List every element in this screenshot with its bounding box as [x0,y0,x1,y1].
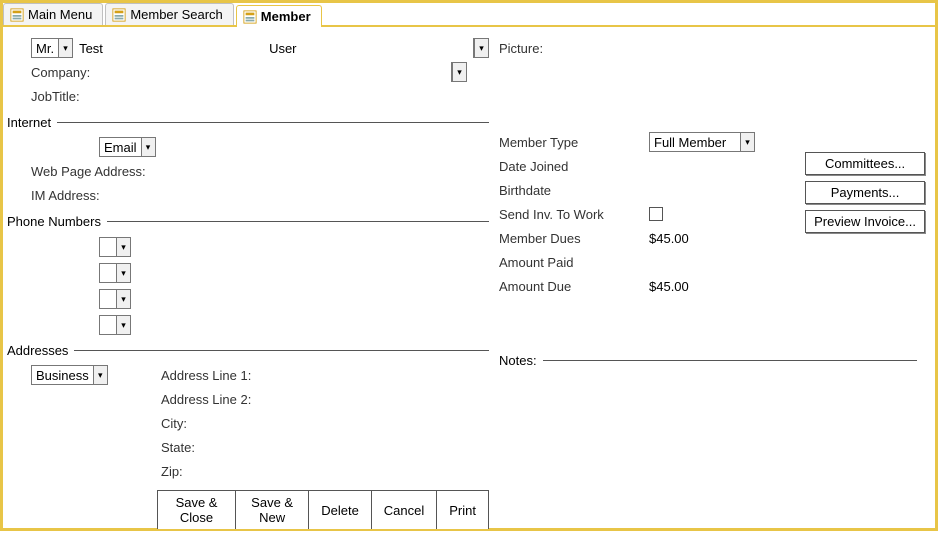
member-dues-value: $45.00 [649,231,689,246]
chevron-down-icon[interactable] [116,316,130,334]
date-joined-label: Date Joined [499,159,568,174]
payments-button[interactable]: Payments... [805,181,925,204]
cancel-button[interactable]: Cancel [372,491,437,529]
committees-button[interactable]: Committees... [805,152,925,175]
send-inv-label: Send Inv. To Work [499,207,649,222]
address-type-combo[interactable]: Business [31,365,108,385]
member-type-combo[interactable]: Full Member [649,132,755,152]
divider [74,350,489,351]
tab-member-search[interactable]: Member Search [105,3,233,25]
print-button[interactable]: Print [437,491,489,529]
member-type-label: Member Type [499,135,649,150]
amount-due-value: $45.00 [649,279,689,294]
delete-button[interactable]: Delete [309,491,372,529]
tab-label: Member [261,9,311,24]
chevron-down-icon[interactable] [452,63,466,81]
preview-invoice-button[interactable]: Preview Invoice... [805,210,925,233]
tab-main-menu[interactable]: Main Menu [3,3,103,25]
save-close-button[interactable]: Save & Close [157,491,236,529]
chevron-down-icon[interactable] [141,138,155,156]
form-area: Mr. Test User Company: JobTitle: Interne… [3,27,935,537]
birthdate-label: Birthdate [499,183,551,198]
tab-member[interactable]: Member [236,5,322,27]
phone-section-title: Phone Numbers [7,214,107,229]
chevron-down-icon[interactable] [740,133,754,151]
last-name-combo[interactable] [473,38,489,58]
phone-type-combo-4[interactable] [99,315,131,335]
title-combo[interactable]: Mr. [31,38,73,58]
amount-paid-label: Amount Paid [499,255,573,270]
member-type-value: Full Member [650,135,740,150]
send-inv-checkbox[interactable] [649,207,663,221]
address-type-value: Business [32,368,93,383]
internet-section-title: Internet [7,115,57,130]
picture-label: Picture: [499,41,543,56]
address-line1-label: Address Line 1: [161,368,251,383]
webpage-label: Web Page Address: [31,164,146,179]
form-icon [10,8,24,22]
tab-label: Main Menu [28,7,92,22]
phone-type-combo-3[interactable] [99,289,131,309]
chevron-down-icon[interactable] [116,238,130,256]
phone-type-combo-2[interactable] [99,263,131,283]
first-name-field[interactable]: Test [79,41,269,56]
tab-bar: Main Menu Member Search Member [3,3,935,27]
zip-label: Zip: [161,464,183,479]
addresses-section-title: Addresses [7,343,74,358]
tab-label: Member Search [130,7,222,22]
save-new-button[interactable]: Save & New [236,491,309,529]
chevron-down-icon[interactable] [116,290,130,308]
member-dues-label: Member Dues [499,231,649,246]
jobtitle-label: JobTitle: [31,89,80,104]
state-label: State: [161,440,195,455]
amount-due-label: Amount Due [499,279,649,294]
company-combo[interactable] [451,62,467,82]
company-label: Company: [31,65,451,80]
im-label: IM Address: [31,188,100,203]
divider [543,360,917,361]
city-label: City: [161,416,187,431]
chevron-down-icon[interactable] [58,39,72,57]
last-name-field[interactable]: User [269,41,296,56]
chevron-down-icon[interactable] [116,264,130,282]
divider [57,122,489,123]
chevron-down-icon[interactable] [474,39,488,57]
notes-section-title: Notes: [499,353,543,368]
contact-method-combo[interactable]: Email [99,137,156,157]
form-icon [112,8,126,22]
contact-method-value: Email [100,140,141,155]
title-value: Mr. [32,41,58,56]
phone-type-combo-1[interactable] [99,237,131,257]
chevron-down-icon[interactable] [93,366,107,384]
form-icon [243,10,257,24]
divider [107,221,489,222]
address-line2-label: Address Line 2: [161,392,251,407]
